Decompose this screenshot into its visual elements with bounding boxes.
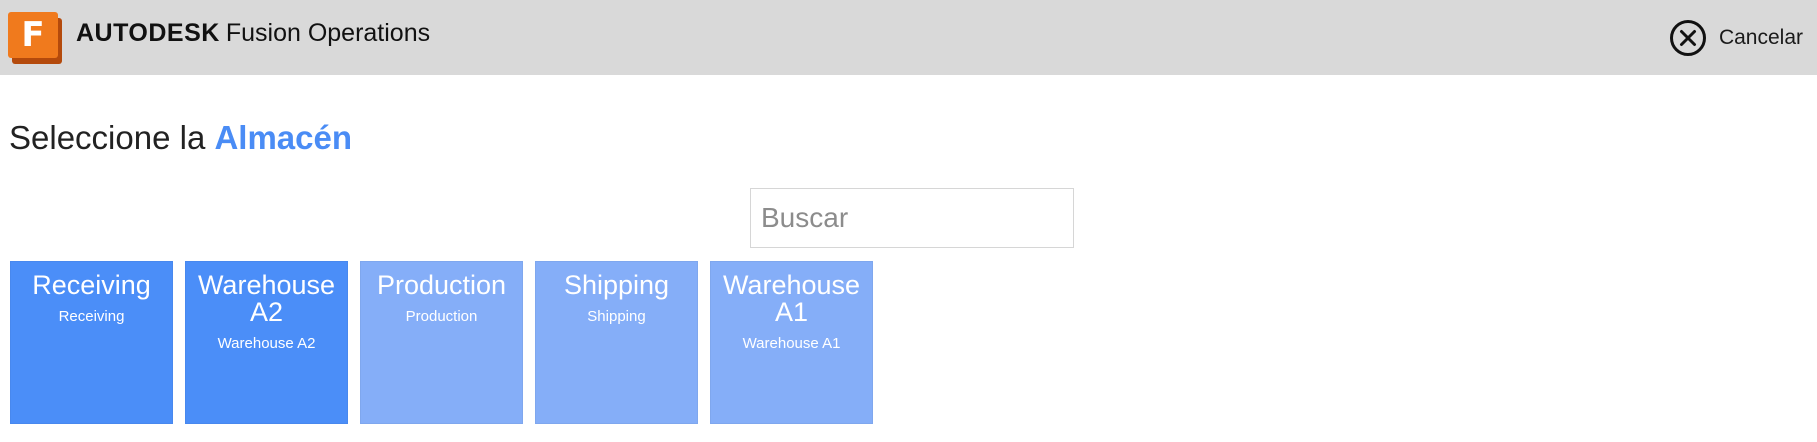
page-title-highlight: Almacén [214, 119, 353, 156]
cancel-button[interactable]: Cancelar [1669, 18, 1803, 58]
tile-title: Warehouse A2 [197, 270, 336, 327]
tile-subtitle: Shipping [587, 308, 646, 325]
warehouse-tile-production[interactable]: Production Production [360, 261, 523, 424]
close-circle-icon [1669, 20, 1706, 56]
page-title: Seleccione la Almacén [9, 116, 352, 160]
logo-letter: F [8, 12, 58, 58]
search-input[interactable] [750, 188, 1074, 248]
brand-product: Fusion Operations [225, 19, 431, 47]
warehouse-tile-warehouse-a1[interactable]: Warehouse A1 Warehouse A1 [710, 261, 873, 424]
tile-subtitle: Production [405, 308, 478, 325]
tile-subtitle: Warehouse A2 [217, 335, 316, 352]
tile-subtitle: Receiving [58, 308, 125, 325]
warehouse-tile-warehouse-a2[interactable]: Warehouse A2 Warehouse A2 [185, 261, 348, 424]
tile-title: Production [376, 270, 507, 300]
warehouse-tile-shipping[interactable]: Shipping Shipping [535, 261, 698, 424]
tile-title: Receiving [32, 270, 151, 300]
warehouse-tile-list: Receiving Receiving Warehouse A2 Warehou… [10, 261, 885, 424]
top-bar: F AUTODESK Fusion Operations Cancelar [0, 0, 1817, 75]
brand-autodesk: AUTODESK [76, 19, 220, 47]
tile-subtitle: Warehouse A1 [742, 335, 841, 352]
tile-title: Warehouse A1 [722, 270, 861, 327]
warehouse-tile-receiving[interactable]: Receiving Receiving [10, 261, 173, 424]
app-title: AUTODESK Fusion Operations [76, 18, 430, 48]
tile-title: Shipping [563, 270, 670, 300]
fusion-logo-icon: F [8, 12, 64, 64]
page-title-prefix: Seleccione la [9, 119, 206, 156]
cancel-label: Cancelar [1718, 26, 1803, 49]
